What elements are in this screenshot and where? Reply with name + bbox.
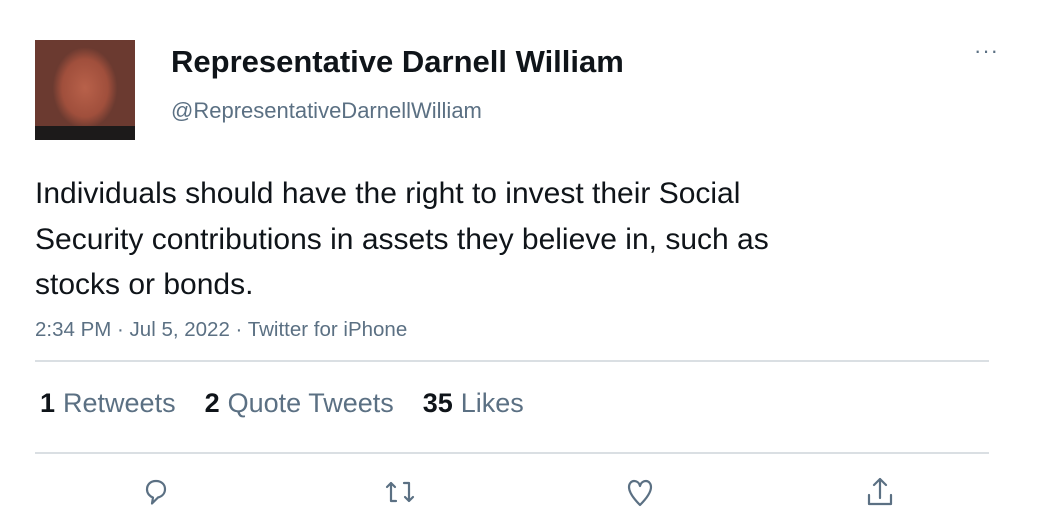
retweets-count: 1 xyxy=(40,388,56,418)
quotes-label: Quote Tweets xyxy=(227,388,394,418)
tweet-stats: 1 Retweets 2 Quote Tweets 35 Likes xyxy=(40,388,524,419)
divider xyxy=(35,360,989,362)
author-name[interactable]: Representative Darnell William xyxy=(171,44,624,80)
tweet-text: Individuals should have the right to inv… xyxy=(35,177,769,301)
author-handle[interactable]: @RepresentativeDarnellWilliam xyxy=(171,98,482,124)
more-options-icon[interactable]: ··· xyxy=(974,38,999,64)
share-icon[interactable] xyxy=(862,474,898,510)
avatar[interactable] xyxy=(35,40,135,140)
retweets-stat[interactable]: 1 Retweets xyxy=(40,388,176,419)
avatar-shirt xyxy=(35,126,135,140)
quotes-count: 2 xyxy=(204,388,220,418)
likes-stat[interactable]: 35 Likes xyxy=(423,388,524,419)
likes-count: 35 xyxy=(422,388,453,418)
retweet-icon[interactable] xyxy=(382,474,418,510)
like-icon[interactable] xyxy=(622,474,658,510)
likes-label: Likes xyxy=(460,388,524,418)
divider xyxy=(35,452,989,454)
retweets-label: Retweets xyxy=(63,388,176,418)
reply-icon[interactable] xyxy=(138,474,174,510)
quote-tweets-stat[interactable]: 2 Quote Tweets xyxy=(205,388,394,419)
tweet-meta: 2:34 PM · Jul 5, 2022 · Twitter for iPho… xyxy=(35,318,408,341)
